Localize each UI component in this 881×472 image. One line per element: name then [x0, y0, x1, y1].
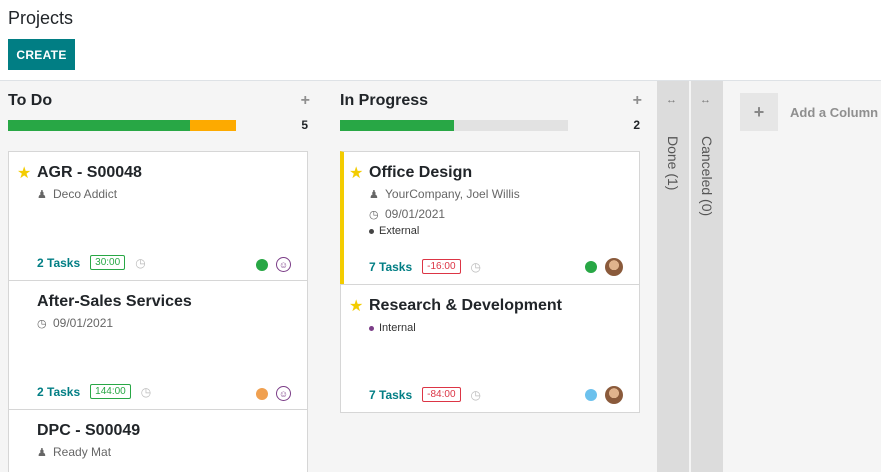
card-title: Research & Development — [369, 297, 562, 314]
smile-icon: ☺ — [276, 257, 291, 272]
kanban-column-todo: To Do + 5 ★ AGR - S00048 ♟ Deco Addict 2… — [0, 81, 316, 472]
clock-icon[interactable]: ◷ — [135, 256, 145, 270]
star-icon[interactable]: ★ — [17, 163, 31, 183]
card-title: Office Design — [369, 164, 473, 181]
project-card[interactable]: ★ Office Design ♟ YourCompany, Joel Will… — [340, 151, 640, 285]
add-column[interactable]: + Add a Column — [740, 93, 878, 131]
progress-green-segment[interactable] — [8, 120, 191, 131]
card-customer: ♟ Deco Addict — [37, 187, 117, 201]
tag-external: External — [369, 225, 419, 237]
card-footer: 7 Tasks -84:00 ◷ — [369, 387, 481, 402]
kanban-board: To Do + 5 ★ AGR - S00048 ♟ Deco Addict 2… — [0, 81, 881, 472]
project-card[interactable]: ★ Research & Development Internal 7 Task… — [340, 284, 640, 413]
add-column-label[interactable]: Add a Column — [790, 105, 878, 120]
date-value: 09/01/2021 — [53, 316, 114, 330]
clock-icon: ◷ — [37, 317, 47, 330]
tasks-link[interactable]: 2 Tasks — [37, 385, 80, 399]
date-value: 09/01/2021 — [385, 207, 446, 221]
project-card[interactable]: After-Sales Services ◷ 09/01/2021 2 Task… — [8, 280, 308, 410]
page-title: Projects — [8, 8, 74, 28]
tag-dot — [369, 228, 374, 234]
clock-icon[interactable]: ◷ — [471, 388, 481, 402]
customer-name: YourCompany, Joel Willis — [385, 187, 520, 201]
card-footer: 7 Tasks -16:00 ◷ — [369, 259, 481, 274]
column-title[interactable]: To Do — [8, 92, 52, 110]
card-right-footer — [585, 258, 623, 276]
hours-badge: -16:00 — [422, 259, 461, 274]
star-icon[interactable]: ★ — [349, 163, 363, 183]
progress-orange-segment[interactable] — [190, 120, 236, 131]
user-icon: ♟ — [37, 446, 47, 459]
tasks-link[interactable]: 7 Tasks — [369, 260, 412, 274]
status-dot[interactable] — [256, 387, 268, 400]
user-icon: ♟ — [37, 188, 47, 201]
expand-arrows-icon[interactable]: ↔ — [700, 94, 711, 106]
card-date: ◷ 09/01/2021 — [369, 207, 445, 221]
tag-label: External — [379, 225, 420, 237]
column-progress-bar[interactable] — [340, 120, 568, 131]
column-count: 5 — [301, 118, 308, 132]
star-icon[interactable]: ★ — [349, 296, 363, 316]
card-title: AGR - S00048 — [37, 164, 142, 181]
clock-icon: ◷ — [369, 208, 379, 221]
status-dot[interactable] — [585, 261, 597, 273]
hours-badge: -84:00 — [422, 387, 461, 402]
tag-label: Internal — [379, 322, 416, 334]
column-count: 2 — [633, 118, 640, 132]
card-footer: 2 Tasks 30:00 ◷ — [37, 255, 146, 270]
project-card[interactable]: DPC - S00049 ♟ Ready Mat — [8, 409, 308, 472]
customer-name: Ready Mat — [53, 445, 112, 459]
quick-create-plus-icon[interactable]: + — [633, 92, 642, 110]
add-column-plus-icon[interactable]: + — [740, 93, 778, 131]
card-right-footer: ☺ — [256, 386, 291, 401]
status-dot[interactable] — [585, 389, 597, 401]
expand-arrows-icon[interactable]: ↔ — [666, 94, 677, 106]
hours-badge: 144:00 — [90, 384, 131, 399]
clock-icon[interactable]: ◷ — [471, 260, 481, 274]
tasks-link[interactable]: 2 Tasks — [37, 256, 80, 270]
control-panel: Projects CREATE — [0, 0, 881, 81]
folded-column-canceled[interactable]: ↔ Canceled (0) — [691, 81, 723, 472]
project-card[interactable]: ★ AGR - S00048 ♟ Deco Addict 2 Tasks 30:… — [8, 151, 308, 281]
tasks-link[interactable]: 7 Tasks — [369, 388, 412, 402]
folded-column-label[interactable]: Done (1) — [665, 136, 681, 190]
user-icon: ♟ — [369, 188, 379, 201]
create-button[interactable]: CREATE — [8, 39, 75, 70]
card-title: DPC - S00049 — [37, 422, 141, 439]
card-right-footer — [585, 386, 623, 404]
tag-internal: Internal — [369, 322, 416, 334]
avatar — [605, 386, 623, 404]
smile-icon: ☺ — [276, 386, 291, 401]
card-date: ◷ 09/01/2021 — [37, 316, 113, 330]
card-right-footer: ☺ — [256, 257, 291, 272]
folded-column-label[interactable]: Canceled (0) — [699, 136, 715, 216]
progress-green-segment[interactable] — [340, 120, 454, 131]
card-title: After-Sales Services — [37, 293, 192, 310]
column-title[interactable]: In Progress — [340, 92, 428, 110]
hours-badge: 30:00 — [90, 255, 126, 270]
card-footer: 2 Tasks 144:00 ◷ — [37, 384, 151, 399]
kanban-column-in-progress: In Progress + 2 ★ Office Design ♟ YourCo… — [332, 81, 648, 472]
card-customer: ♟ YourCompany, Joel Willis — [369, 187, 520, 201]
quick-create-plus-icon[interactable]: + — [301, 92, 310, 110]
card-customer: ♟ Ready Mat — [37, 445, 111, 459]
tag-dot — [369, 325, 374, 331]
avatar — [605, 258, 623, 276]
clock-icon[interactable]: ◷ — [141, 385, 151, 399]
column-progress-bar[interactable] — [8, 120, 236, 131]
status-dot[interactable] — [256, 258, 268, 271]
folded-column-done[interactable]: ↔ Done (1) — [657, 81, 689, 472]
customer-name: Deco Addict — [53, 187, 118, 201]
